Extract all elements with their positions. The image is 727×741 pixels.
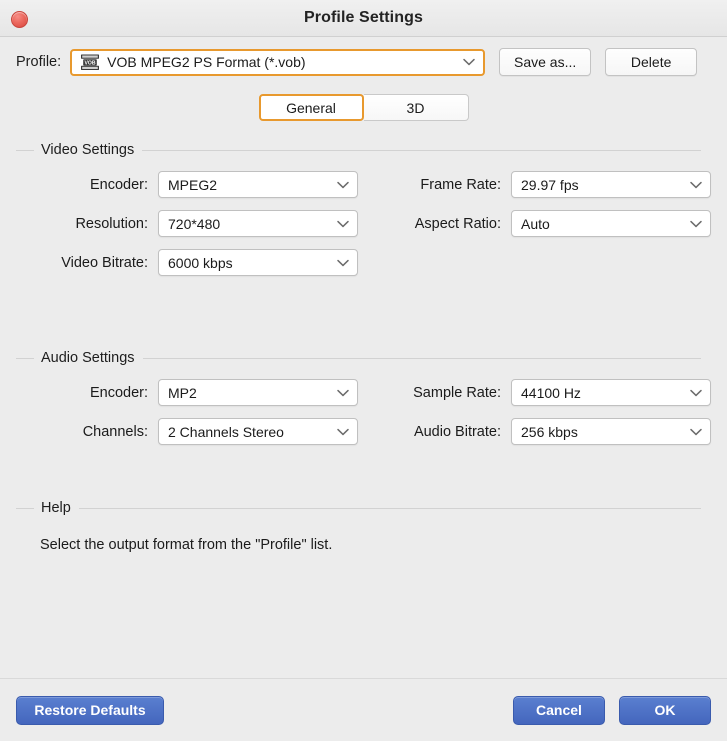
save-as-button[interactable]: Save as... <box>499 48 592 76</box>
tab-3d[interactable]: 3D <box>363 94 469 121</box>
audio-encoder-select[interactable]: MP2 <box>158 379 358 406</box>
restore-defaults-button[interactable]: Restore Defaults <box>16 695 164 725</box>
page-title: Profile Settings <box>304 9 423 26</box>
vob-format-icon: VOB <box>81 54 100 70</box>
chevron-down-icon <box>690 220 702 228</box>
video-encoder-select[interactable]: MPEG2 <box>158 171 358 198</box>
video-settings-legend-label: Video Settings <box>41 142 135 158</box>
video-bitrate-label: Video Bitrate: <box>61 254 148 271</box>
resolution-label: Resolution: <box>75 215 148 232</box>
settings-content: Video Settings Encoder: MPEG2 Frame Rate… <box>0 135 727 678</box>
video-encoder-value: MPEG2 <box>168 176 218 193</box>
frame-rate-select[interactable]: 29.97 fps <box>511 171 711 198</box>
chevron-down-icon <box>337 389 349 397</box>
help-text: Select the output format from the "Profi… <box>40 537 333 553</box>
divider <box>16 149 34 151</box>
audio-encoder-value: MP2 <box>168 384 197 401</box>
audio-settings-group: Audio Settings Encoder: MP2 Sample Rate:… <box>16 349 711 445</box>
chevron-down-icon <box>337 428 349 436</box>
video-encoder-label: Encoder: <box>89 176 148 193</box>
aspect-ratio-value: Auto <box>521 215 550 232</box>
chevron-down-icon <box>690 181 702 189</box>
sample-rate-select[interactable]: 44100 Hz <box>511 379 711 406</box>
chevron-down-icon <box>337 259 349 267</box>
frame-rate-label: Frame Rate: <box>420 176 501 193</box>
profile-selected-value: VOB MPEG2 PS Format (*.vob) <box>107 54 306 70</box>
channels-label: Channels: <box>82 423 148 440</box>
channels-value: 2 Channels Stereo <box>168 423 284 440</box>
footer-bar: Restore Defaults Cancel OK <box>0 678 727 741</box>
profile-label: Profile: <box>16 54 62 70</box>
chevron-down-icon <box>337 220 349 228</box>
delete-button[interactable]: Delete <box>605 48 698 76</box>
chevron-down-icon <box>337 181 349 189</box>
video-settings-group: Video Settings Encoder: MPEG2 Frame Rate… <box>16 141 711 276</box>
sample-rate-value: 44100 Hz <box>521 384 581 401</box>
audio-bitrate-value: 256 kbps <box>521 423 578 440</box>
help-legend: Help <box>16 499 711 517</box>
divider <box>16 507 34 509</box>
ok-button[interactable]: OK <box>619 695 711 725</box>
chevron-down-icon <box>463 58 475 66</box>
cancel-button[interactable]: Cancel <box>513 695 605 725</box>
channels-select[interactable]: 2 Channels Stereo <box>158 418 358 445</box>
aspect-ratio-select[interactable]: Auto <box>511 210 711 237</box>
divider <box>142 149 701 151</box>
sample-rate-label: Sample Rate: <box>413 384 501 401</box>
frame-rate-value: 29.97 fps <box>521 176 579 193</box>
audio-settings-legend: Audio Settings <box>16 349 711 367</box>
close-icon[interactable] <box>11 11 28 28</box>
help-legend-label: Help <box>41 500 71 516</box>
audio-bitrate-label: Audio Bitrate: <box>413 423 501 440</box>
audio-encoder-label: Encoder: <box>89 384 148 401</box>
help-group: Help Select the output format from the "… <box>16 499 711 553</box>
profile-select[interactable]: VOB VOB MPEG2 PS Format (*.vob) <box>70 48 486 76</box>
resolution-select[interactable]: 720*480 <box>158 210 358 237</box>
resolution-value: 720*480 <box>168 215 221 232</box>
audio-settings-legend-label: Audio Settings <box>41 350 135 366</box>
chevron-down-icon <box>690 389 702 397</box>
title-bar: Profile Settings <box>0 0 727 37</box>
video-bitrate-value: 6000 kbps <box>168 254 233 271</box>
divider <box>142 357 701 359</box>
profile-settings-dialog: Profile Settings Profile: VOB VOB MPEG2 … <box>0 0 727 741</box>
svg-text:VOB: VOB <box>85 60 96 66</box>
chevron-down-icon <box>690 428 702 436</box>
video-settings-legend: Video Settings <box>16 141 711 159</box>
profile-row: Profile: VOB VOB MPEG2 PS Format (*.vob)… <box>0 37 727 86</box>
video-bitrate-select[interactable]: 6000 kbps <box>158 249 358 276</box>
tab-bar: General 3D <box>0 86 727 135</box>
aspect-ratio-label: Aspect Ratio: <box>414 215 501 232</box>
divider <box>16 357 34 359</box>
tab-general[interactable]: General <box>258 94 364 121</box>
audio-settings-fields: Encoder: MP2 Sample Rate: 44100 Hz Chann… <box>16 369 711 445</box>
audio-bitrate-select[interactable]: 256 kbps <box>511 418 711 445</box>
video-settings-fields: Encoder: MPEG2 Frame Rate: 29.97 fps Res… <box>16 161 711 276</box>
divider <box>78 507 701 509</box>
